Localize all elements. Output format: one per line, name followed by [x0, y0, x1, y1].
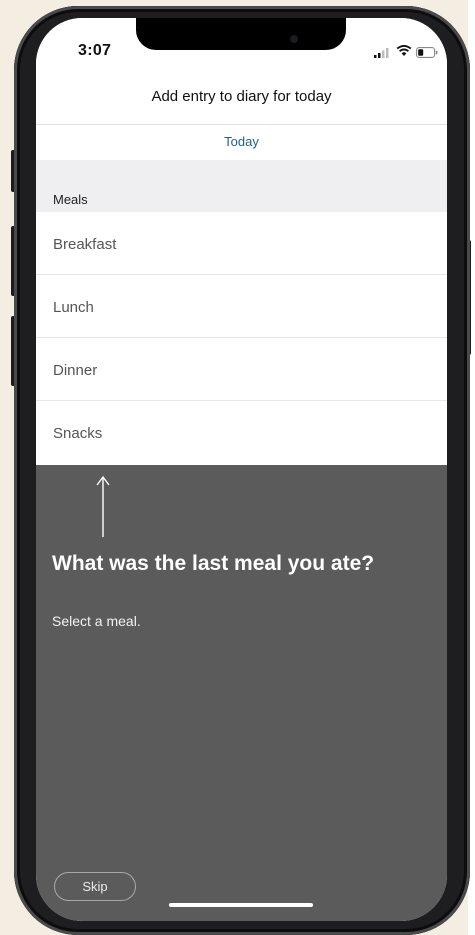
camera-dot: [290, 35, 298, 43]
section-label: Meals: [53, 192, 88, 207]
section-header-meals: Meals: [36, 160, 447, 212]
meal-row-lunch[interactable]: Lunch: [36, 275, 447, 338]
arrow-up-icon: [96, 475, 110, 537]
coach-mark-overlay: What was the last meal you ate? Select a…: [36, 465, 447, 921]
date-selector-today[interactable]: Today: [36, 134, 447, 149]
status-bar: 3:07: [36, 18, 447, 70]
header-divider: [36, 124, 447, 125]
meal-label: Dinner: [53, 362, 98, 379]
status-time: 3:07: [78, 42, 112, 59]
prompt-subtitle: Select a meal.: [52, 613, 141, 629]
meal-label: Snacks: [53, 425, 103, 442]
meal-row-snacks[interactable]: Snacks: [36, 401, 447, 464]
skip-button[interactable]: Skip: [54, 872, 136, 901]
meal-row-breakfast[interactable]: Breakfast: [36, 212, 447, 275]
prompt-title: What was the last meal you ate?: [52, 552, 375, 575]
home-indicator[interactable]: [169, 903, 313, 907]
meal-label: Breakfast: [53, 236, 117, 253]
notch: [136, 18, 346, 50]
meal-row-dinner[interactable]: Dinner: [36, 338, 447, 401]
meal-list: Breakfast Lunch Dinner Snacks: [36, 212, 447, 465]
meal-label: Lunch: [53, 299, 94, 316]
battery-icon: [416, 47, 438, 58]
page-title: Add entry to diary for today: [151, 88, 332, 105]
wifi-icon: [396, 45, 412, 56]
signal-icon: [374, 48, 389, 58]
phone-screen: 3:07 Add entry to diary for today Today …: [36, 18, 447, 921]
